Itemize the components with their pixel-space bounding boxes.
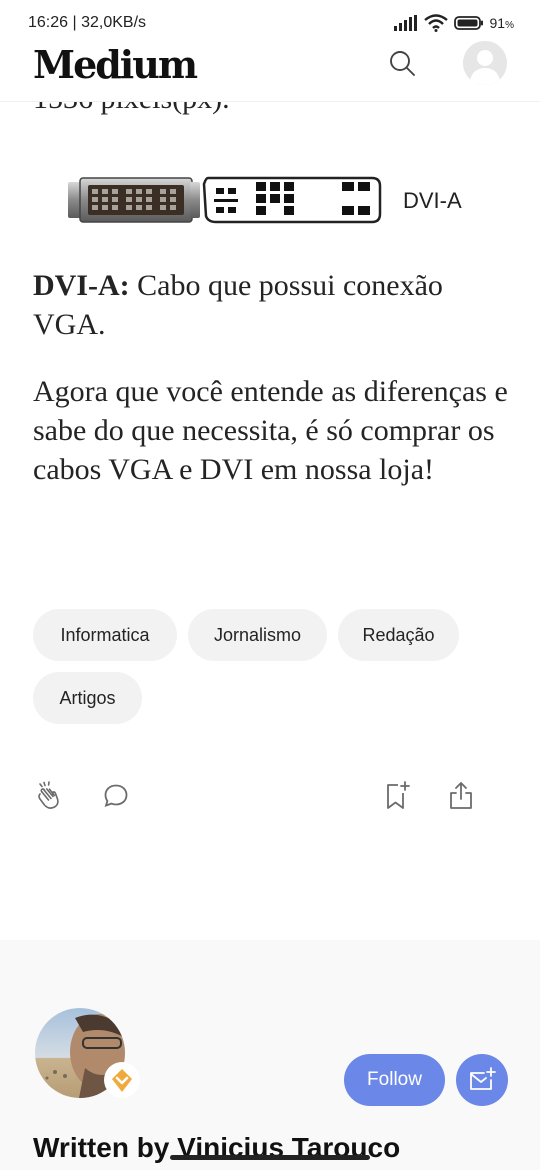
author-section: Follow Written by Vinicius Tarouco: [0, 940, 540, 1170]
publication-logo-icon: [112, 1069, 132, 1092]
tag-redacao[interactable]: Redação: [338, 609, 459, 661]
search-icon: [390, 51, 415, 76]
status-time: 16:26 | 32,0KB/s: [28, 14, 147, 31]
avatar-icon: [463, 41, 507, 85]
figure-label: DVI-A: [403, 188, 462, 213]
comment-button[interactable]: [99, 779, 133, 813]
battery-level: 91%: [489, 15, 514, 31]
bookmark-add-icon: [387, 781, 410, 809]
medium-logo[interactable]: Medium: [33, 42, 198, 87]
status-icons: 91%: [393, 12, 514, 34]
paragraph-conclusion: Agora que você entende as diferenças e s…: [33, 375, 508, 486]
tag-artigos[interactable]: Artigos: [33, 672, 142, 724]
tag-jornalismo[interactable]: Jornalismo: [188, 609, 327, 661]
tag-informatica[interactable]: Informatica: [33, 609, 177, 661]
mail-plus-icon: [470, 1067, 496, 1090]
search-button[interactable]: [385, 46, 419, 80]
signal-icon: [393, 15, 417, 31]
wifi-icon: [423, 14, 448, 32]
publication-badge[interactable]: [104, 1062, 140, 1098]
battery-icon: [453, 16, 483, 30]
share-button[interactable]: [444, 779, 478, 813]
clap-icon: [38, 781, 59, 809]
app-header: Medium: [0, 36, 540, 102]
follow-button[interactable]: Follow: [344, 1054, 445, 1106]
clap-button[interactable]: [33, 779, 67, 813]
save-button[interactable]: [380, 779, 414, 813]
paragraph-dvi-a: DVI-A: Cabo que possui conexão VGA.: [33, 266, 513, 344]
paragraph-bold-term: DVI-A:: [33, 269, 130, 302]
share-icon: [450, 782, 472, 809]
subscribe-email-button[interactable]: [456, 1054, 508, 1106]
profile-avatar-button[interactable]: [463, 41, 507, 85]
home-indicator[interactable]: [170, 1155, 370, 1160]
comment-icon: [104, 784, 128, 807]
